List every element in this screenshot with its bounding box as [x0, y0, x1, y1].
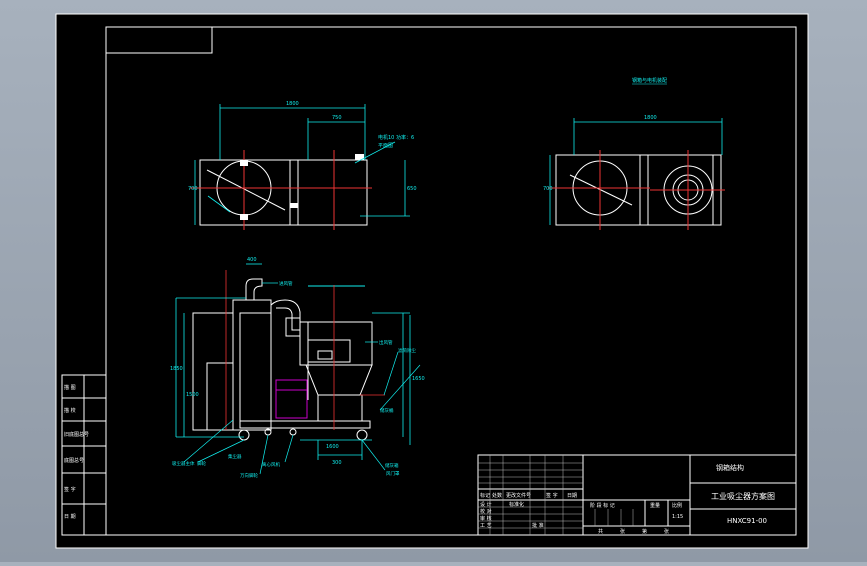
label-top-view: 钢箱与电机装配	[632, 77, 667, 84]
label-body: 吸尘器主体	[172, 460, 195, 467]
cad-viewport: 描 图 描 校 旧底图总号 底图总号 签 字 日 期 标记 处数 更改文件号 签…	[0, 0, 867, 562]
label-fan: 离心风机	[262, 461, 280, 468]
label-collector: 集尘器	[228, 453, 242, 460]
label-bin: 储灰桶	[380, 407, 394, 414]
strip-label-5: 日 期	[64, 514, 76, 520]
dim-tl-height2: 650	[407, 186, 417, 192]
strip-label-3: 底图总号	[64, 457, 84, 464]
tb-sheet-3: 张	[664, 528, 669, 535]
label-inlet: 进风管	[279, 280, 293, 287]
tb-scale: 1:15	[672, 514, 683, 520]
dim-side-bottom: 300	[332, 460, 342, 466]
tb-sheet-2: 第	[642, 528, 647, 535]
tb-role-0: 设 计	[480, 501, 492, 508]
label-outlet: 出风管	[379, 339, 393, 346]
strip-label-2: 旧底图总号	[64, 431, 89, 438]
tb-sheet-1: 张	[620, 528, 625, 535]
tb-sheet-0: 共	[598, 528, 603, 535]
dim-tl-height: 700	[188, 186, 198, 192]
label-plan: 平面图	[378, 143, 393, 149]
tb-header-0: 标记	[480, 492, 490, 499]
dim-tl-sub: 750	[332, 115, 342, 121]
label-filter: 滤筒除尘	[398, 347, 416, 354]
tb-scale-label: 比例	[672, 502, 682, 509]
dim-side-top: 400	[247, 257, 257, 263]
dim-side-left2: 1500	[186, 392, 199, 398]
tb-role-3: 工 艺	[480, 523, 492, 529]
drawing-title: 工业吸尘器方案图	[711, 491, 775, 501]
tb-stage: 阶 段 标 记	[590, 502, 615, 509]
drawing-number: HNXC91-00	[727, 517, 767, 525]
label-caster: 脚轮	[197, 460, 206, 467]
company-name: 钢箱结构	[716, 463, 744, 472]
tb-header-2: 更改文件号	[506, 492, 531, 499]
label-ashbox: 储灰箱	[385, 462, 399, 469]
drawing-sheet	[55, 13, 809, 549]
strip-label-0: 描 图	[64, 384, 76, 391]
dim-side-right: 1650	[412, 376, 425, 382]
cad-drawing-canvas[interactable]: 描 图 描 校 旧底图总号 底图总号 签 字 日 期 标记 处数 更改文件号 签…	[0, 0, 867, 562]
tb-header-3: 签 字	[546, 492, 558, 499]
tb-approve: 批 准	[532, 522, 544, 529]
dim-tr-overall: 1800	[644, 115, 657, 121]
dim-side-left: 1850	[170, 366, 183, 372]
label-swivel: 万向脚轮	[240, 472, 258, 479]
strip-label-1: 描 校	[64, 407, 76, 414]
tb-header-4: 日期	[567, 493, 577, 499]
label-motor: 电机10 功率：6	[378, 134, 414, 141]
strip-label-4: 签 字	[64, 486, 76, 493]
label-damper: 风门罩	[386, 470, 400, 477]
tb-weight: 重量	[650, 502, 660, 509]
tb-role-2: 审 核	[480, 515, 492, 522]
dim-side-bottom2: 1600	[326, 444, 339, 450]
tb-sig: 标准化	[509, 501, 524, 508]
tb-header-1: 处数	[492, 492, 502, 499]
dim-tl-overall: 1800	[286, 101, 299, 107]
tb-role-1: 校 对	[480, 508, 492, 515]
dim-tr-height: 700	[543, 186, 553, 192]
